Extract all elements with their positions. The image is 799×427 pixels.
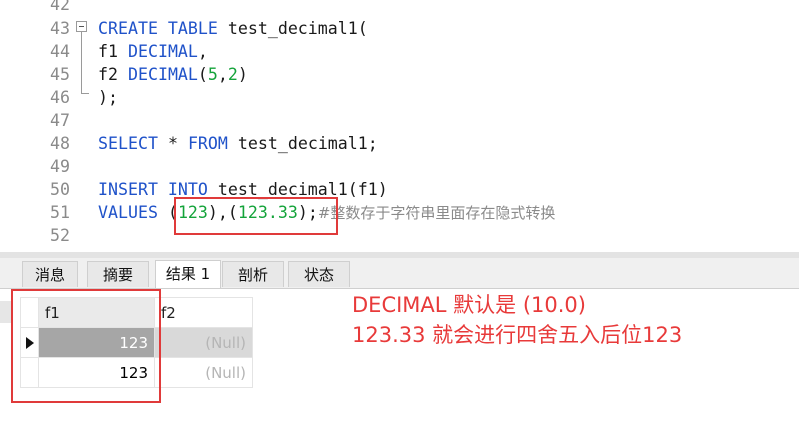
annotation-line-2: 123.33 就会进行四舍五入后位123 bbox=[352, 323, 683, 347]
line-number: 47 bbox=[50, 111, 70, 130]
sql-keyword: DECIMAL bbox=[127, 42, 198, 61]
sql-token: , bbox=[217, 65, 228, 84]
line-number: 50 bbox=[50, 180, 70, 199]
sql-token: ) bbox=[237, 65, 248, 84]
line-number: 43 bbox=[50, 19, 70, 38]
table-row[interactable]: 123 (Null) bbox=[20, 327, 253, 358]
current-row-arrow-icon bbox=[25, 337, 34, 349]
code-text: CREATE TABLE test_decimal1( bbox=[98, 17, 368, 40]
tab-messages[interactable]: 消息 bbox=[22, 261, 78, 287]
cell-f1[interactable]: 123 bbox=[38, 357, 155, 388]
code-line[interactable]: 52 bbox=[0, 224, 799, 247]
line-number: 52 bbox=[50, 226, 70, 245]
sql-keyword: SELECT bbox=[98, 134, 158, 153]
code-line[interactable]: 50 INSERT INTO test_decimal1(f1) bbox=[0, 178, 799, 201]
line-number: 48 bbox=[50, 134, 70, 153]
code-line[interactable]: 49 bbox=[0, 155, 799, 178]
line-number: 45 bbox=[50, 65, 70, 84]
annotation-line-1: DECIMAL 默认是 (10.0) bbox=[352, 293, 586, 317]
code-line[interactable]: 44 f1 DECIMAL, bbox=[0, 40, 799, 63]
results-gutter bbox=[0, 301, 12, 323]
sql-token: ( bbox=[157, 203, 178, 222]
sql-token: ); bbox=[98, 88, 118, 107]
sql-token: f2 bbox=[98, 65, 128, 84]
code-text: SELECT * FROM test_decimal1; bbox=[98, 132, 378, 155]
code-line[interactable]: 43 CREATE TABLE test_decimal1( bbox=[0, 17, 799, 40]
sql-keyword: CREATE TABLE bbox=[98, 19, 228, 38]
sql-token: ),( bbox=[207, 203, 238, 222]
fold-guide bbox=[81, 32, 82, 94]
row-selector[interactable] bbox=[20, 327, 39, 358]
sql-comment: #整数存于字符串里面存在隐式转换 bbox=[317, 204, 556, 222]
sql-token: ); bbox=[297, 203, 318, 222]
sql-token: test_decimal1(f1) bbox=[207, 180, 388, 199]
line-number: 42 bbox=[50, 0, 70, 14]
sql-keyword: VALUES bbox=[98, 203, 158, 222]
cell-f2[interactable]: (Null) bbox=[154, 357, 253, 388]
sql-keyword: INSERT INTO bbox=[98, 180, 208, 199]
result-tabs: 消息 摘要 结果 1 剖析 状态 bbox=[0, 258, 799, 289]
sql-number: 123.33 bbox=[237, 203, 298, 222]
sql-keyword: FROM bbox=[187, 134, 228, 153]
line-number: 46 bbox=[50, 88, 70, 107]
result-panel: f1 f2 123 (Null) 123 (Null) DECIMAL 默认是 … bbox=[0, 289, 799, 427]
code-line[interactable]: 48 SELECT * FROM test_decimal1; bbox=[0, 132, 799, 155]
sql-token: ( bbox=[197, 65, 208, 84]
column-header-f2[interactable]: f2 bbox=[154, 297, 253, 328]
sql-token: test_decimal1; bbox=[227, 134, 378, 153]
sql-token: test_decimal1( bbox=[227, 19, 368, 38]
fold-collapse-icon[interactable] bbox=[76, 21, 87, 32]
code-line[interactable]: 47 bbox=[0, 109, 799, 132]
code-line[interactable]: 45 f2 DECIMAL(5,2) bbox=[0, 63, 799, 86]
table-row[interactable]: 123 (Null) bbox=[20, 357, 253, 388]
code-text: f1 DECIMAL, bbox=[98, 40, 208, 63]
row-selector[interactable] bbox=[20, 357, 39, 388]
code-text: ); bbox=[98, 86, 118, 109]
code-line[interactable]: 42 bbox=[0, 0, 799, 16]
code-text: f2 DECIMAL(5,2) bbox=[98, 63, 248, 86]
cell-f2[interactable]: (Null) bbox=[154, 327, 253, 358]
code-line[interactable]: 46); bbox=[0, 86, 799, 109]
fold-guide-end bbox=[81, 93, 89, 94]
sql-token: f1 bbox=[98, 42, 128, 61]
tab-summary[interactable]: 摘要 bbox=[87, 261, 149, 287]
column-header-f1[interactable]: f1 bbox=[38, 297, 155, 328]
result-grid[interactable]: f1 f2 123 (Null) 123 (Null) bbox=[20, 297, 253, 388]
sql-number: 123 bbox=[177, 203, 208, 222]
code-text: VALUES (123),(123.33);#整数存于字符串里面存在隐式转换 bbox=[98, 201, 555, 225]
sql-keyword: DECIMAL bbox=[127, 65, 198, 84]
line-number: 49 bbox=[50, 157, 70, 176]
sql-token: , bbox=[197, 42, 208, 61]
sql-token: * bbox=[157, 134, 188, 153]
sql-number: 5 bbox=[207, 65, 218, 84]
code-line[interactable]: 51 VALUES (123),(123.33);#整数存于字符串里面存在隐式转换 bbox=[0, 201, 799, 224]
tab-status[interactable]: 状态 bbox=[288, 261, 350, 287]
line-number: 44 bbox=[50, 42, 70, 61]
line-number: 51 bbox=[50, 203, 70, 222]
code-text: INSERT INTO test_decimal1(f1) bbox=[98, 178, 388, 201]
grid-header-row: f1 f2 bbox=[20, 297, 253, 328]
tab-profile[interactable]: 剖析 bbox=[222, 261, 284, 287]
sql-number: 2 bbox=[227, 65, 238, 84]
tab-result-1[interactable]: 结果 1 bbox=[155, 260, 221, 288]
cell-f1[interactable]: 123 bbox=[38, 327, 155, 358]
row-header-corner bbox=[20, 297, 39, 328]
sql-editor[interactable]: 42 43 CREATE TABLE test_decimal1( 44 f1 DECI… bbox=[0, 0, 799, 252]
